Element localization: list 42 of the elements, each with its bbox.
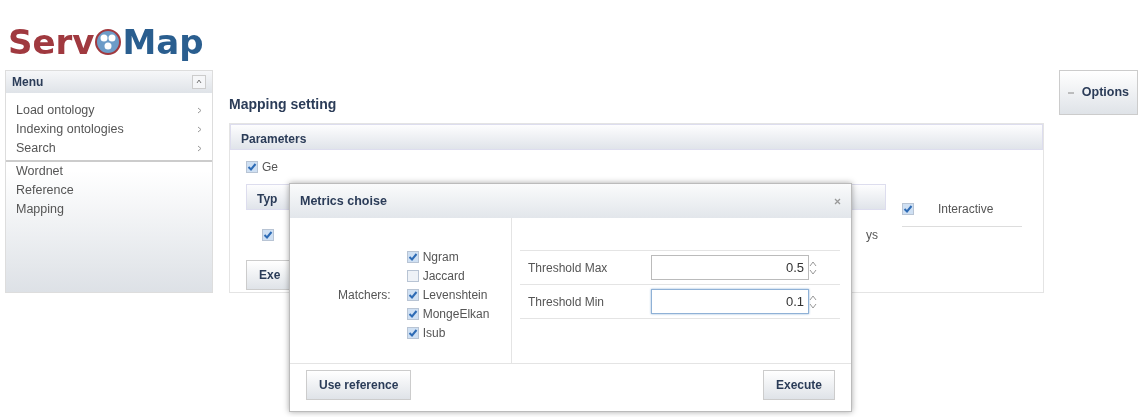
checkbox[interactable] <box>406 250 419 263</box>
menu-item[interactable]: Indexing ontologies <box>6 120 212 139</box>
checkbox-label: MongeElkan <box>422 305 490 323</box>
checkbox-label: Levenshtein <box>422 286 488 304</box>
checkbox-label: Ngram <box>422 248 459 266</box>
checkbox-label: Ge <box>262 159 278 176</box>
menu-item[interactable]: Reference <box>6 181 212 200</box>
close-icon[interactable] <box>834 197 841 205</box>
checkbox[interactable] <box>246 161 258 173</box>
options-button[interactable]: Options <box>1058 70 1138 115</box>
checkbox[interactable] <box>406 269 419 282</box>
checkbox[interactable] <box>406 326 419 339</box>
execute-button[interactable]: Execute <box>762 370 835 400</box>
checkbox[interactable] <box>406 307 419 320</box>
use-reference-button[interactable]: Use reference <box>306 370 412 400</box>
menu-item[interactable]: Search <box>6 139 212 158</box>
checkbox[interactable] <box>406 288 419 301</box>
threshold-label: Threshold Max <box>527 259 609 277</box>
logo-text: Serv <box>8 20 95 64</box>
checkbox-label: Isub <box>422 324 446 342</box>
checkbox-label: Jaccard <box>422 267 465 285</box>
chevron-icon <box>197 107 202 114</box>
parameters-header: Parameters <box>230 124 1043 150</box>
logo-text: Map <box>122 20 204 64</box>
dropdown-icon <box>1067 89 1074 96</box>
globe-icon <box>94 28 123 56</box>
checkbox[interactable] <box>262 229 274 241</box>
page-title: Mapping setting <box>229 95 337 114</box>
chevron-icon <box>197 126 202 133</box>
menu-item[interactable]: Wordnet <box>6 162 212 181</box>
checkbox-label: Interactive <box>938 201 994 218</box>
menu-item[interactable]: Mapping <box>6 200 212 219</box>
checkbox[interactable] <box>902 203 914 215</box>
dialog-title: Metrics choise <box>300 192 387 210</box>
number-field[interactable]: 0.1 <box>651 289 809 314</box>
number-field[interactable]: 0.5 <box>651 255 809 280</box>
row-text: ys <box>866 227 878 244</box>
menu-title: Menu <box>12 74 44 91</box>
chevron-icon <box>197 145 202 152</box>
matchers-label: Matchers: <box>338 286 391 304</box>
menu-item[interactable]: Load ontology <box>6 101 212 120</box>
threshold-label: Threshold Min <box>527 293 606 311</box>
